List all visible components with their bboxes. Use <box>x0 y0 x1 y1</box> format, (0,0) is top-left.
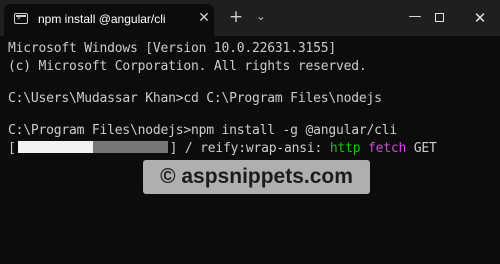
watermark-text: © aspsnippets.com <box>160 165 353 188</box>
progress-status-text: / reify:wrap-ansi: <box>177 141 330 156</box>
status-fetch: fetch <box>367 141 407 156</box>
tab-npm-install[interactable]: npm install @angular/cli ✕ <box>4 4 214 36</box>
close-tab-icon[interactable]: ✕ <box>197 11 211 25</box>
watermark: © aspsnippets.com <box>143 160 370 194</box>
maximize-icon <box>435 13 444 22</box>
status-http: http <box>329 141 361 156</box>
terminal-output[interactable]: Microsoft Windows [Version 10.0.22631.31… <box>8 39 498 259</box>
status-method: GET <box>413 141 437 156</box>
terminal-window: npm install @angular/cli ✕ + ⌄ — ✕ Micro… <box>0 0 500 264</box>
terminal-icon <box>14 13 28 24</box>
progress-bar-complete <box>17 141 93 153</box>
progress-open-bracket: [ <box>8 141 16 156</box>
maximize-button[interactable] <box>420 0 460 36</box>
terminal-line-progress: [] / reify:wrap-ansi: http fetch GET <box>8 141 437 156</box>
new-tab-button[interactable]: + <box>226 7 246 27</box>
title-bar: npm install @angular/cli ✕ + ⌄ — ✕ <box>0 0 500 36</box>
terminal-line-version: Microsoft Windows [Version 10.0.22631.31… <box>8 41 336 56</box>
terminal-line-copyright: (c) Microsoft Corporation. All rights re… <box>8 59 367 74</box>
chevron-down-icon[interactable]: ⌄ <box>251 7 271 27</box>
terminal-line-cd-command: C:\Users\Mudassar Khan>cd C:\Program Fil… <box>8 91 382 106</box>
terminal-line-npm-command: C:\Program Files\nodejs>npm install -g @… <box>8 123 397 138</box>
progress-bar-remaining <box>92 141 168 153</box>
close-window-button[interactable]: ✕ <box>460 0 500 36</box>
progress-bar <box>17 141 168 153</box>
tab-title: npm install @angular/cli <box>38 12 166 26</box>
